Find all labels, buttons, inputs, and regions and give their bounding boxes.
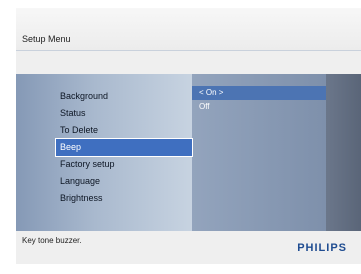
menu-item-language[interactable]: Language (44, 173, 192, 190)
setup-menu-list: Background Status To Delete Beep Factory… (44, 88, 193, 207)
menu-item-brightness[interactable]: Brightness (44, 190, 192, 207)
header-bar: Setup Menu (16, 8, 361, 50)
help-text: Key tone buzzer. (22, 236, 82, 245)
menu-item-beep[interactable]: Beep (55, 138, 193, 157)
philips-logo: PHILIPS (297, 242, 347, 254)
menu-item-to-delete[interactable]: To Delete (44, 122, 192, 139)
option-off[interactable]: Off (192, 100, 326, 114)
header-divider (16, 50, 361, 51)
page-title: Setup Menu (22, 34, 71, 44)
menu-item-factory-setup[interactable]: Factory setup (44, 156, 192, 173)
side-column (326, 74, 361, 231)
menu-item-background[interactable]: Background (44, 88, 192, 105)
option-on[interactable]: < On > (192, 86, 326, 100)
beep-options: < On > Off (192, 86, 326, 114)
device-screen: Setup Menu Background Status To Delete B… (16, 8, 361, 264)
menu-item-status[interactable]: Status (44, 105, 192, 122)
